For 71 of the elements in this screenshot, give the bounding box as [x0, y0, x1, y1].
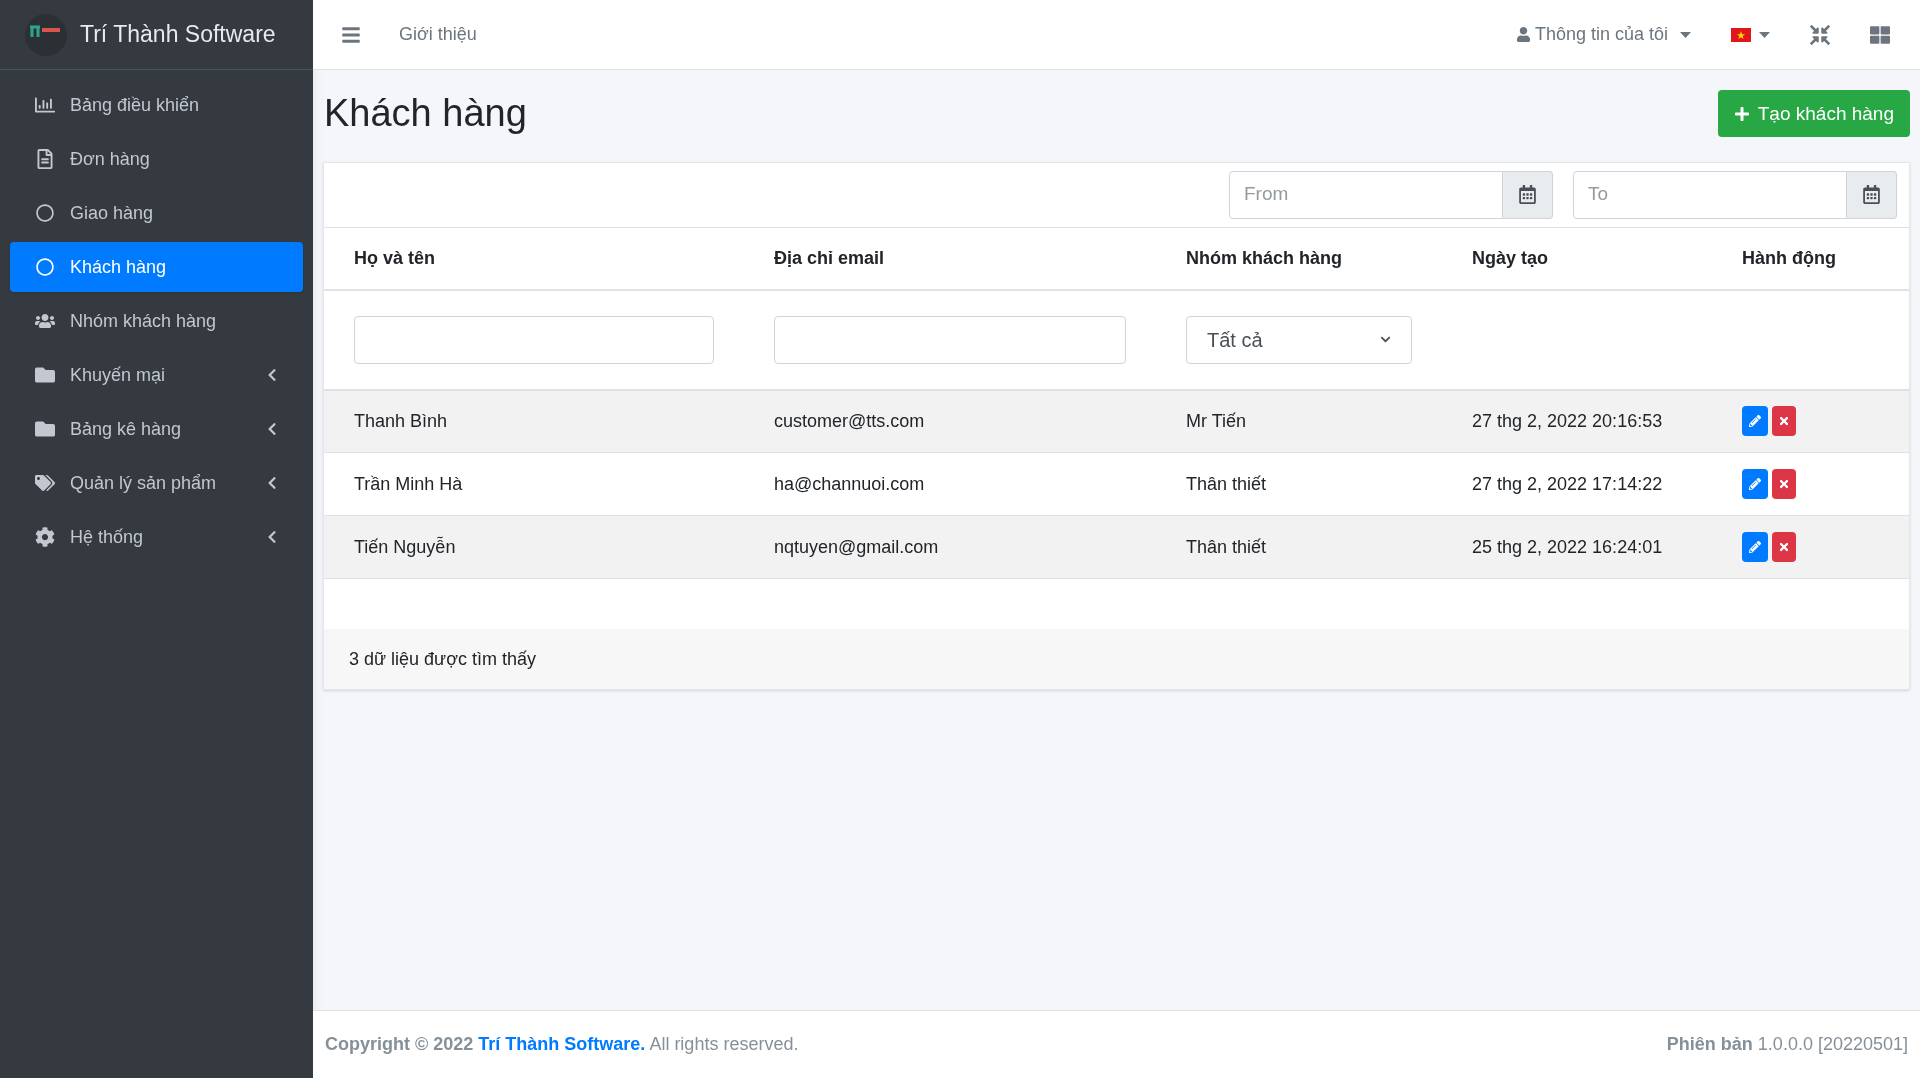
grid-icon[interactable]	[1870, 24, 1890, 45]
caret-icon	[1759, 31, 1770, 38]
column-header: Nhóm khách hàng	[1156, 227, 1442, 290]
close-icon	[1778, 415, 1790, 428]
delete-button[interactable]	[1772, 532, 1796, 562]
results-count: 3 dữ liệu được tìm thấy	[349, 647, 536, 671]
edit-button[interactable]	[1742, 469, 1768, 499]
name-cell: Trần Minh Hà	[354, 473, 463, 494]
user-icon	[1515, 27, 1531, 42]
brand-name[interactable]: Trí Thành Software	[80, 17, 276, 52]
chevron-down-icon	[1380, 334, 1391, 345]
sidebar-item[interactable]: Khuyến mại	[10, 350, 303, 400]
copyright-text: Copyright © 2022 Trí Thành Software. All rights reserved.	[325, 1033, 799, 1056]
calendar-icon	[1862, 185, 1881, 204]
column-header: Địa chỉ email	[744, 227, 1156, 290]
language-dropdown[interactable]	[1731, 27, 1770, 42]
bar-chart-icon	[34, 95, 56, 115]
tags-icon	[34, 473, 56, 493]
group-cell: Thân thiết	[1186, 473, 1267, 494]
users-icon	[34, 311, 56, 331]
calendar-icon	[1518, 185, 1537, 204]
name-filter-field[interactable]	[354, 315, 714, 364]
collapse-icon[interactable]	[1810, 24, 1830, 45]
settings-icon	[34, 527, 56, 547]
plus-icon	[1733, 105, 1750, 122]
company-link[interactable]: Trí Thành Software.	[478, 1034, 646, 1054]
user-menu[interactable]: Thông tin của tôi	[1515, 21, 1691, 48]
sidebar-item[interactable]: Bảng điều khiển	[10, 80, 303, 130]
pencil-icon	[1749, 478, 1761, 490]
calendar-button[interactable]	[1503, 170, 1553, 219]
sidebar-item[interactable]: Quản lý sản phẩm	[10, 458, 303, 508]
email-cell: customer@tts.com	[774, 410, 925, 431]
flag-icon	[1731, 27, 1751, 42]
column-header: Họ và tên	[324, 227, 744, 290]
close-icon	[1778, 478, 1790, 490]
pencil-icon	[1749, 541, 1761, 553]
folder-icon	[34, 365, 56, 385]
calendar-button[interactable]	[1847, 170, 1897, 219]
email-cell: ha@channuoi.com	[774, 473, 925, 494]
close-icon	[1778, 541, 1790, 553]
date-input-field[interactable]: From	[1229, 170, 1503, 219]
date-input-field[interactable]: To	[1573, 170, 1847, 219]
email-filter-field[interactable]	[774, 315, 1126, 364]
folder-icon	[34, 419, 56, 439]
group-filter-select[interactable]: Tất cả	[1186, 315, 1412, 364]
logo-icon	[24, 12, 68, 57]
group-cell: Thân thiết	[1186, 536, 1267, 557]
caret-icon	[1680, 31, 1691, 38]
edit-button[interactable]	[1742, 406, 1768, 437]
delete-button[interactable]	[1772, 406, 1796, 437]
sidebar-item[interactable]: Đơn hàng	[10, 134, 303, 184]
column-header: Ngày tạo	[1442, 227, 1712, 290]
date-cell: 27 thg 2, 2022 20:16:53	[1472, 410, 1663, 431]
sidebar-item[interactable]: Nhóm khách hàng	[10, 296, 303, 346]
sidebar-item[interactable]: Hệ thống	[10, 512, 303, 562]
nav-link[interactable]: Giới thiệu	[399, 21, 477, 48]
column-header: Hành động	[1712, 227, 1909, 290]
edit-button[interactable]	[1742, 532, 1768, 562]
sidebar-item[interactable]: Khách hàng	[10, 242, 303, 292]
email-cell: nqtuyen@gmail.com	[774, 536, 939, 557]
page-title: Khách hàng	[323, 91, 527, 136]
group-cell: Mr Tiến	[1186, 410, 1246, 431]
name-cell: Thanh Bình	[354, 410, 448, 431]
delete-button[interactable]	[1772, 469, 1796, 499]
date-cell: 25 thg 2, 2022 16:24:01	[1472, 536, 1663, 557]
version-text: Phiên bản 1.0.0.0 [20220501]	[1666, 1033, 1908, 1056]
name-cell: Tiến Nguyễn	[354, 536, 456, 557]
pencil-icon	[1749, 415, 1761, 428]
sidebar-item[interactable]: Giao hàng	[10, 188, 303, 238]
date-cell: 27 thg 2, 2022 17:14:22	[1472, 473, 1663, 494]
sidebar-item[interactable]: Bảng kê hàng	[10, 404, 303, 454]
